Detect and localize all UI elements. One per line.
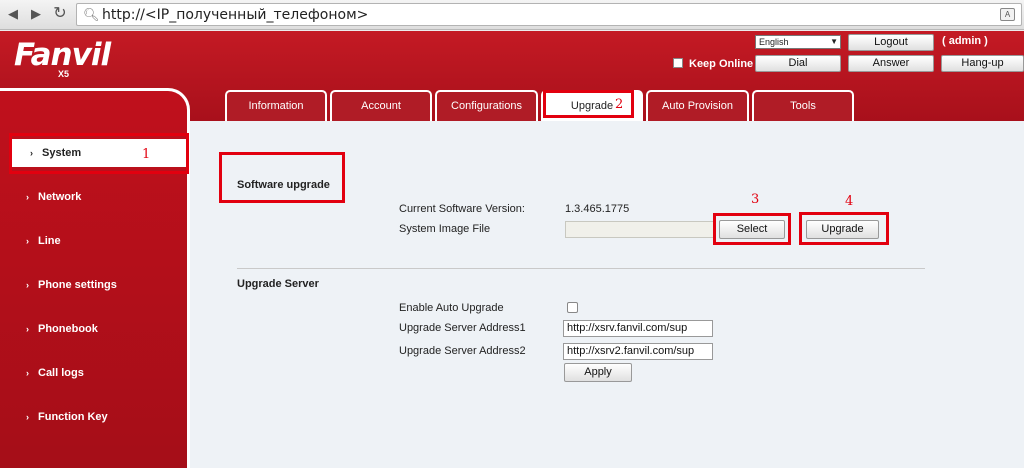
forward-icon[interactable]: ▶ — [27, 5, 45, 23]
current-version-value: 1.3.465.1775 — [565, 203, 630, 215]
sidebar-item-phone-settings[interactable]: › Phone settings — [0, 271, 186, 299]
dial-button[interactable]: Dial — [755, 55, 841, 72]
sidebar-item-call-logs[interactable]: › Call logs — [0, 359, 186, 387]
apply-button[interactable]: Apply — [564, 363, 632, 382]
tab-tools[interactable]: Tools — [752, 90, 854, 121]
model-label: X5 — [58, 69, 70, 79]
language-value: English — [759, 37, 789, 47]
current-user: ( admin ) — [942, 35, 988, 47]
server-address1-input[interactable]: http://xsrv.fanvil.com/sup — [563, 320, 713, 337]
current-version-label: Current Software Version: — [399, 203, 525, 215]
section-divider — [237, 268, 925, 269]
fanvil-logo: Fanvil — [14, 37, 111, 73]
hangup-button[interactable]: Hang-up — [941, 55, 1024, 72]
annotation-number-3: 3 — [751, 192, 760, 207]
image-file-field[interactable] — [565, 221, 715, 238]
sidebar-item-label: Network — [38, 191, 82, 203]
address-bar[interactable]: 🔍︎ http://<IP_полученный_телефоном> A — [76, 3, 1022, 26]
image-file-label: System Image File — [399, 223, 491, 235]
tab-information[interactable]: Information — [225, 90, 327, 121]
sidebar-item-label: Phonebook — [38, 323, 98, 335]
annotation-number-4: 4 — [845, 194, 854, 209]
enable-auto-upgrade-checkbox[interactable] — [567, 302, 578, 313]
chevron-down-icon: ▼ — [830, 37, 838, 46]
annotation-box-1 — [9, 133, 189, 174]
chevron-right-icon: › — [26, 324, 29, 334]
language-select[interactable]: English ▼ — [755, 35, 841, 49]
browser-toolbar: ◀ ▶ ↻ 🔍︎ http://<IP_полученный_телефоном… — [0, 0, 1024, 30]
tab-configurations[interactable]: Configurations — [435, 90, 538, 121]
sidebar-item-phonebook[interactable]: › Phonebook — [0, 315, 186, 343]
annotation-number-2: 2 — [615, 97, 624, 112]
sidebar-item-network[interactable]: › Network — [0, 183, 186, 211]
tab-account[interactable]: Account — [330, 90, 432, 121]
url-text: http://<IP_полученный_телефоном> — [102, 7, 369, 23]
sidebar-item-label: Line — [38, 235, 61, 247]
annotation-number-1: 1 — [142, 147, 151, 162]
enable-auto-upgrade-label: Enable Auto Upgrade — [399, 302, 504, 314]
answer-button[interactable]: Answer — [848, 55, 934, 72]
server-address2-input[interactable]: http://xsrv2.fanvil.com/sup — [563, 343, 713, 360]
server-address1-label: Upgrade Server Address1 — [399, 322, 526, 334]
back-icon[interactable]: ◀ — [4, 5, 22, 23]
annotation-box-4 — [799, 212, 889, 245]
upgrade-server-title: Upgrade Server — [237, 278, 319, 290]
sidebar-item-label: Phone settings — [38, 279, 117, 291]
sidebar-item-label: Call logs — [38, 367, 84, 379]
search-icon: 🔍︎ — [83, 7, 100, 22]
sidebar-item-function-key[interactable]: › Function Key — [0, 403, 186, 431]
translate-icon[interactable]: A — [1000, 8, 1015, 21]
keep-online-label: Keep Online — [689, 58, 754, 70]
keep-online-checkbox[interactable] — [673, 58, 683, 68]
chevron-right-icon: › — [26, 368, 29, 378]
chevron-right-icon: › — [26, 236, 29, 246]
chevron-right-icon: › — [26, 412, 29, 422]
logout-button[interactable]: Logout — [848, 34, 934, 51]
server-address2-label: Upgrade Server Address2 — [399, 345, 526, 357]
annotation-box-3 — [713, 213, 791, 245]
sidebar-item-line[interactable]: › Line — [0, 227, 186, 255]
sidebar-item-label: Function Key — [38, 411, 108, 423]
annotation-box-software-upgrade — [219, 152, 345, 203]
chevron-right-icon: › — [26, 192, 29, 202]
chevron-right-icon: › — [26, 280, 29, 290]
tab-auto-provision[interactable]: Auto Provision — [646, 90, 749, 121]
reload-icon[interactable]: ↻ — [51, 5, 69, 23]
keep-online[interactable]: Keep Online — [673, 58, 753, 70]
